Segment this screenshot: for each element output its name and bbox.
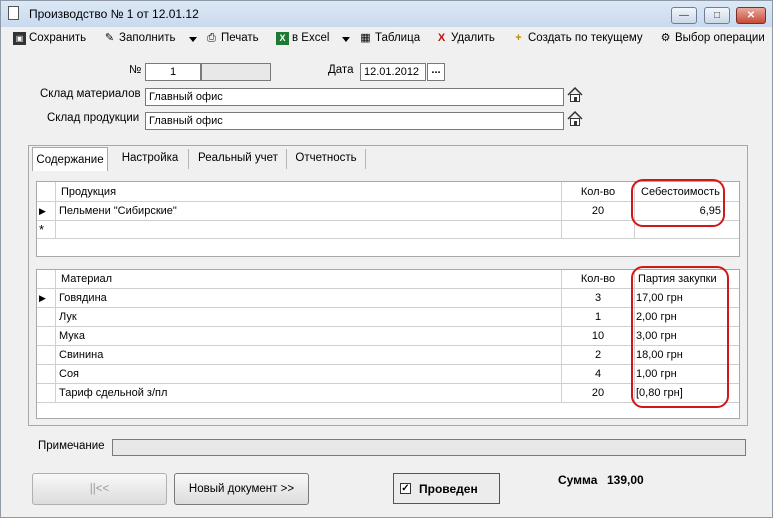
materials-warehouse-label: Склад материалов (40, 88, 141, 100)
table-row-material-name[interactable]: Свинина (59, 346, 559, 364)
tab-reports[interactable]: Отчетность (289, 147, 363, 169)
products-col-line (55, 182, 56, 238)
excel-button[interactable]: X в Excel (276, 30, 329, 46)
number-label: № (129, 64, 142, 76)
tab-content[interactable]: Содержание (32, 147, 108, 171)
materials-warehouse-field[interactable]: Главный офис (145, 88, 564, 106)
operation-icon: ⚙ (660, 31, 671, 44)
tab-real-accounting[interactable]: Реальный учет (192, 147, 284, 169)
create-from-label: Создать по текущему (528, 32, 643, 44)
create-from-current-button[interactable]: + Создать по текущему (512, 30, 643, 46)
materials-col-line (55, 270, 56, 402)
first-document-button[interactable]: ||<< (32, 473, 167, 505)
excel-label: в Excel (292, 32, 330, 44)
table-row-material-name[interactable]: Мука (59, 327, 559, 345)
fill-dropdown-arrow[interactable] (189, 37, 197, 42)
posted-label: Проведен (419, 482, 478, 496)
materials-col-material[interactable]: Материал (61, 269, 361, 288)
batch-highlight-mark (631, 266, 729, 408)
materials-col-line (561, 270, 562, 402)
products-col-product[interactable]: Продукция (61, 182, 361, 201)
date-field[interactable]: 12.01.2012 (360, 63, 426, 81)
sum-value: 139,00 (607, 473, 644, 487)
printer-icon: ⎙ (207, 31, 216, 44)
delete-label: Удалить (451, 32, 495, 44)
tab-separator (365, 149, 366, 169)
row-pointer-icon: ▶ (39, 292, 46, 303)
table-row-product-name[interactable]: Пельмени "Сибирские" (59, 202, 559, 220)
table-row-material-name[interactable]: Лук (59, 308, 559, 326)
delete-icon: X (437, 31, 446, 44)
table-row-material-qty[interactable]: 1 (563, 308, 633, 326)
maximize-button[interactable]: □ (704, 7, 730, 24)
production-window: Производство № 1 от 12.01.12 — □ ✕ ▣ Сох… (0, 0, 773, 518)
products-warehouse-label: Склад продукции (47, 112, 140, 124)
table-row-material-qty[interactable]: 20 (563, 384, 633, 402)
materials-col-qty[interactable]: Кол-во (563, 269, 633, 288)
print-label: Печать (221, 32, 259, 44)
sum-label: Сумма (558, 473, 598, 487)
products-warehouse-field[interactable]: Главный офис (145, 112, 564, 130)
save-label: Сохранить (29, 32, 87, 44)
row-pointer-icon: ▶ (39, 205, 46, 216)
table-label: Таблица (375, 32, 421, 44)
fill-label: Заполнить (119, 32, 176, 44)
save-button[interactable]: ▣ Сохранить (13, 30, 86, 46)
number-suffix-field[interactable] (201, 63, 271, 81)
toolbar: ▣ Сохранить ✎ Заполнить ⎙ Печать X в Exc… (1, 27, 772, 49)
table-row-material-qty[interactable]: 4 (563, 365, 633, 383)
title-bar: Производство № 1 от 12.01.12 — □ ✕ (1, 1, 772, 27)
new-document-button[interactable]: Новый документ >> (174, 473, 309, 505)
house-icon[interactable] (567, 87, 583, 103)
table-row-material-qty[interactable]: 10 (563, 327, 633, 345)
table-row-product-qty[interactable]: 20 (563, 202, 633, 220)
window-title: Производство № 1 от 12.01.12 (29, 7, 199, 21)
table-row-material-name[interactable]: Говядина (59, 289, 559, 307)
table-row-material-qty[interactable]: 2 (563, 346, 633, 364)
floppy-icon: ▣ (13, 31, 26, 45)
minimize-button[interactable]: — (671, 7, 697, 24)
tab-settings[interactable]: Настройка (114, 147, 186, 169)
table-button[interactable]: ▦ Таблица (359, 30, 420, 46)
table-row-material-name[interactable]: Соя (59, 365, 559, 383)
close-button[interactable]: ✕ (736, 7, 766, 24)
note-field[interactable] (112, 439, 746, 456)
table-row-material-name[interactable]: Тариф сдельной з/пл (59, 384, 559, 402)
products-col-line (561, 182, 562, 238)
fill-button[interactable]: ✎ Заполнить (103, 30, 176, 46)
products-col-qty[interactable]: Кол-во (563, 182, 633, 201)
posted-checkbox[interactable]: ✓ (400, 483, 411, 494)
note-label: Примечание (38, 440, 105, 452)
plus-icon: + (515, 31, 522, 44)
date-picker-button[interactable]: ... (427, 63, 445, 81)
document-icon (8, 6, 19, 20)
house-icon[interactable] (567, 111, 583, 127)
select-operation-button[interactable]: ⚙ Выбор операции (659, 30, 765, 46)
fill-icon: ✎ (104, 31, 115, 44)
tab-separator (188, 149, 189, 169)
tab-separator (286, 149, 287, 169)
select-op-label: Выбор операции (675, 32, 765, 44)
excel-dropdown-arrow[interactable] (342, 37, 350, 42)
cost-highlight-mark (631, 179, 725, 227)
date-label: Дата (328, 64, 354, 76)
number-field[interactable]: 1 (145, 63, 201, 81)
table-icon: ▦ (360, 31, 371, 44)
new-row-marker: * (39, 221, 45, 237)
print-button[interactable]: ⎙ Печать (205, 30, 259, 46)
excel-icon: X (276, 31, 289, 45)
table-row-material-qty[interactable]: 3 (563, 289, 633, 307)
products-row-line (37, 238, 739, 239)
delete-button[interactable]: X Удалить (435, 30, 495, 46)
